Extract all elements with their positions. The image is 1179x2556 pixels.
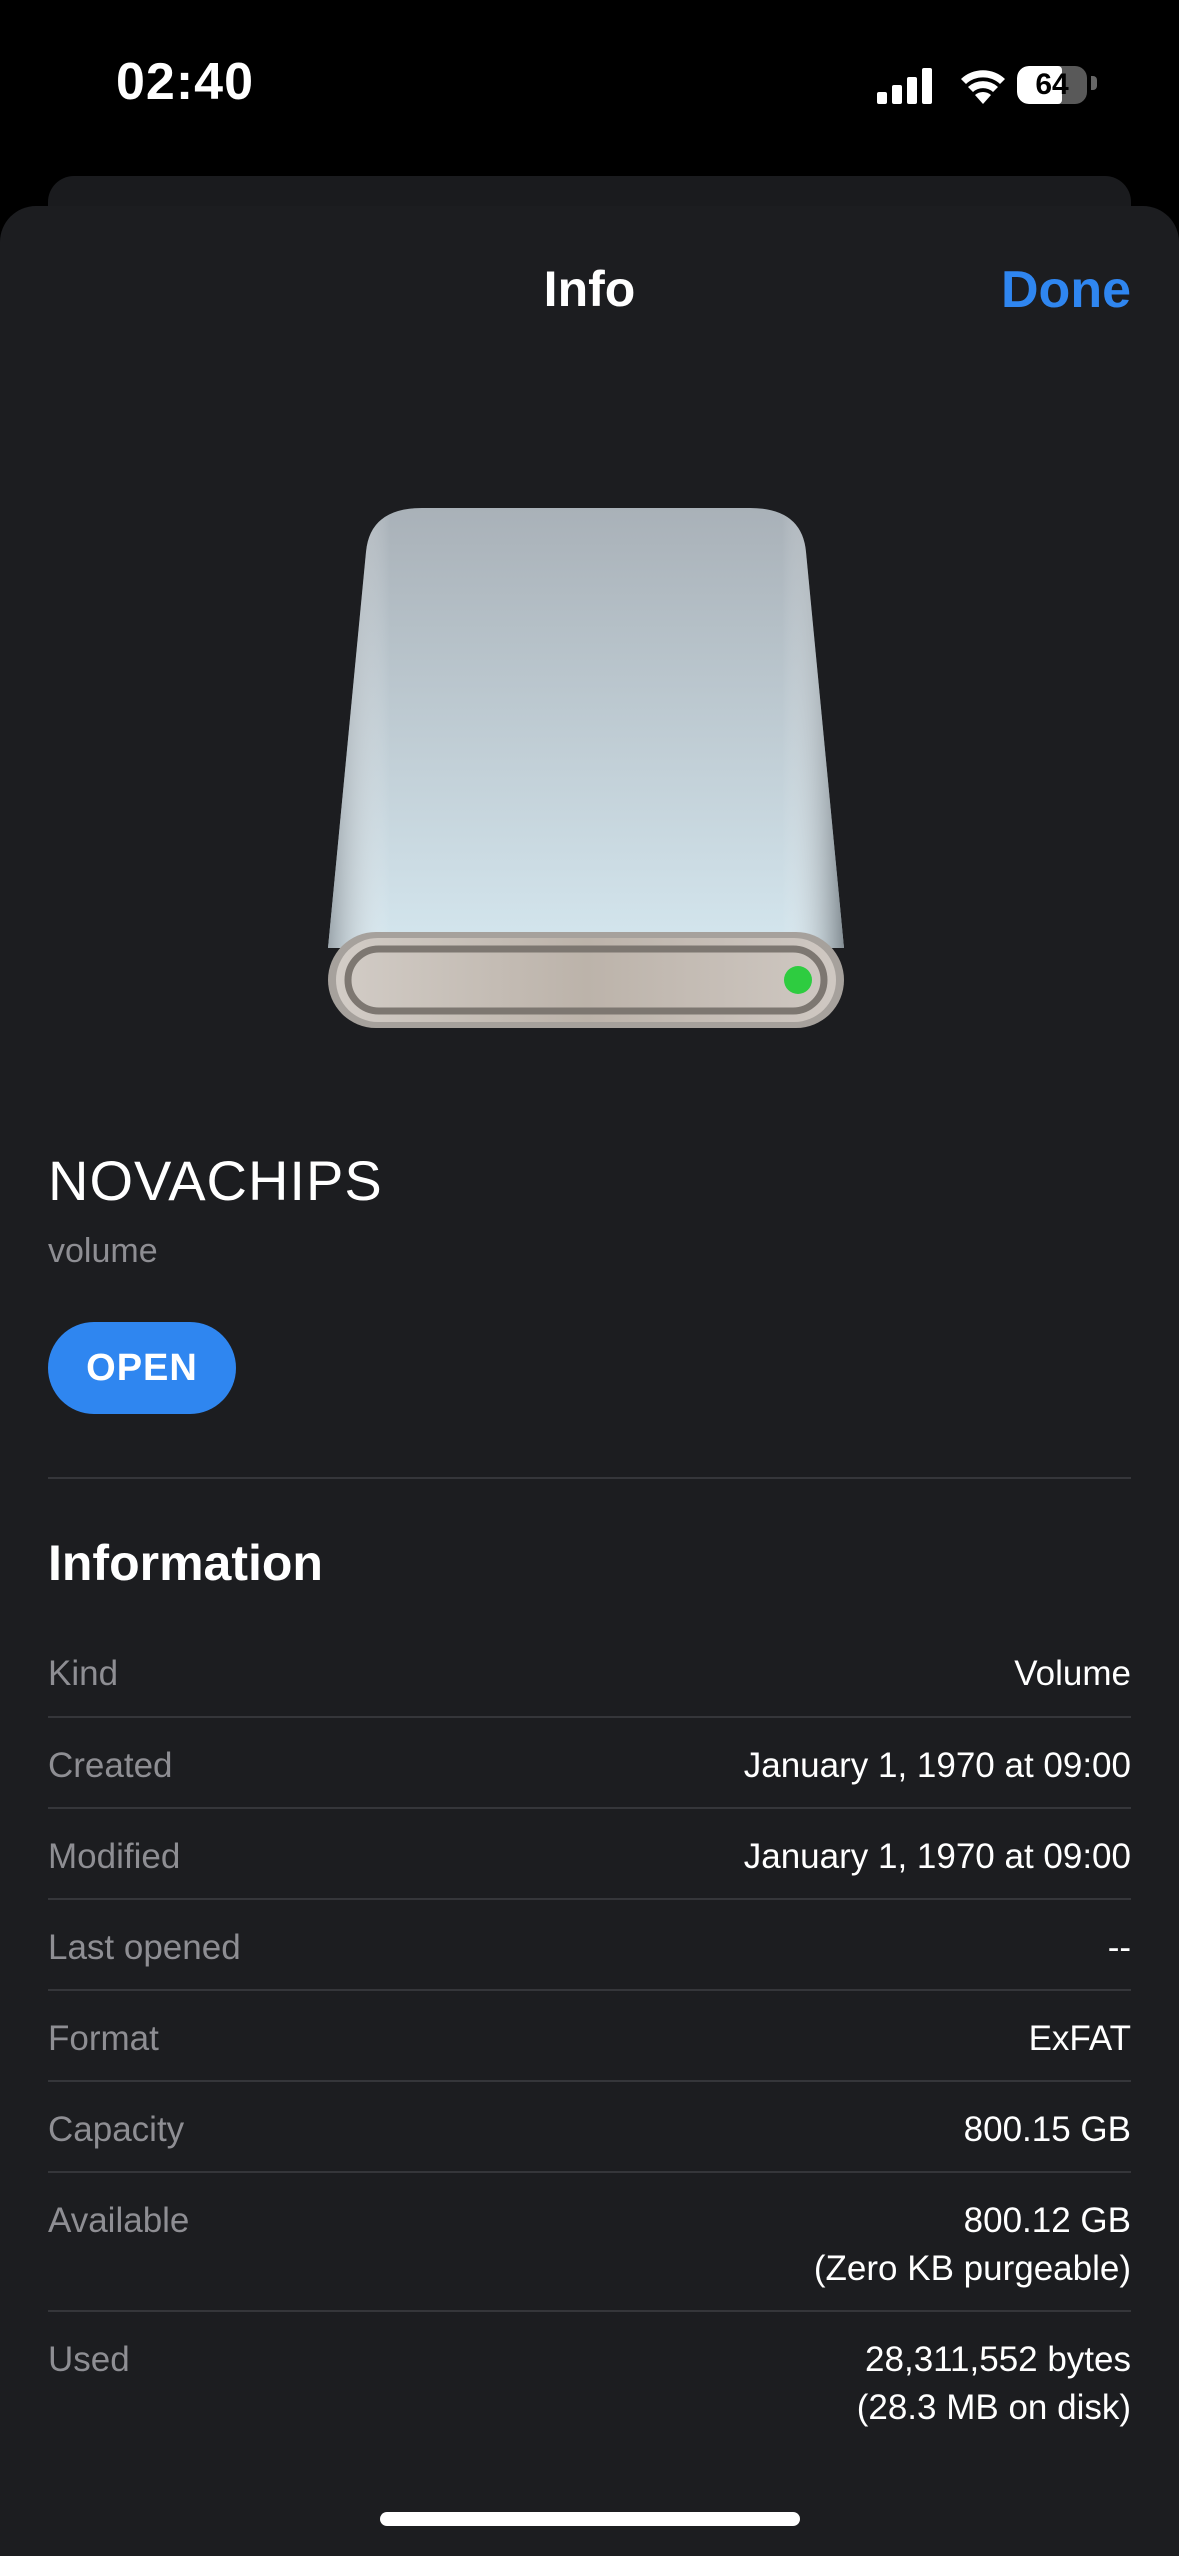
info-row-used: Used 28,311,552 bytes (28.3 MB on disk) [48,2312,1131,2451]
status-bar: 02:40 64 [0,0,1179,170]
info-value: ExFAT [1028,2019,1131,2058]
info-value: 800.12 GB (Zero KB purgeable) [814,2197,1131,2293]
info-label: Capacity [48,2110,185,2149]
info-label: Created [48,1746,173,1785]
info-row-kind: Kind Volume [48,1626,1131,1718]
volume-kind: volume [48,1232,158,1270]
info-value-main: 28,311,552 bytes [865,2340,1131,2379]
info-value-main: 800.12 GB [963,2201,1131,2240]
information-table: Kind Volume Created January 1, 1970 at 0… [48,1626,1131,2451]
info-label: Modified [48,1837,181,1876]
info-label: Kind [48,1654,119,1693]
status-time: 02:40 [116,53,254,111]
info-label: Last opened [48,1928,241,1967]
information-heading: Information [48,1535,323,1591]
info-row-capacity: Capacity 800.15 GB [48,2082,1131,2173]
info-value: 800.15 GB [963,2110,1131,2149]
wifi-icon [961,70,1005,104]
battery-cap [1091,76,1097,90]
info-value: -- [1107,1928,1131,1967]
open-button[interactable]: OPEN [48,1322,236,1414]
info-label: Format [48,2019,159,2058]
divider [48,1477,1131,1479]
cellular-signal-icon [877,68,932,104]
info-value: January 1, 1970 at 09:00 [743,1746,1131,1785]
info-row-available: Available 800.12 GB (Zero KB purgeable) [48,2173,1131,2312]
info-value: January 1, 1970 at 09:00 [743,1837,1131,1876]
info-row-format: Format ExFAT [48,1991,1131,2082]
info-label: Used [48,2340,130,2379]
external-drive-icon [328,508,844,1028]
info-row-created: Created January 1, 1970 at 09:00 [48,1718,1131,1809]
info-label: Available [48,2201,190,2240]
info-row-modified: Modified January 1, 1970 at 09:00 [48,1809,1131,1900]
info-value: 28,311,552 bytes (28.3 MB on disk) [857,2336,1131,2432]
info-value-detail: (Zero KB purgeable) [813,2249,1131,2288]
home-indicator[interactable] [380,2512,800,2526]
info-row-last-opened: Last opened -- [48,1900,1131,1991]
volume-name: NOVACHIPS [48,1149,383,1212]
info-value-detail: (28.3 MB on disk) [856,2388,1131,2427]
done-button[interactable]: Done [1001,260,1131,320]
battery-level: 64 [1035,68,1069,101]
info-value: Volume [1014,1654,1131,1693]
battery-icon: 64 [1017,66,1087,104]
